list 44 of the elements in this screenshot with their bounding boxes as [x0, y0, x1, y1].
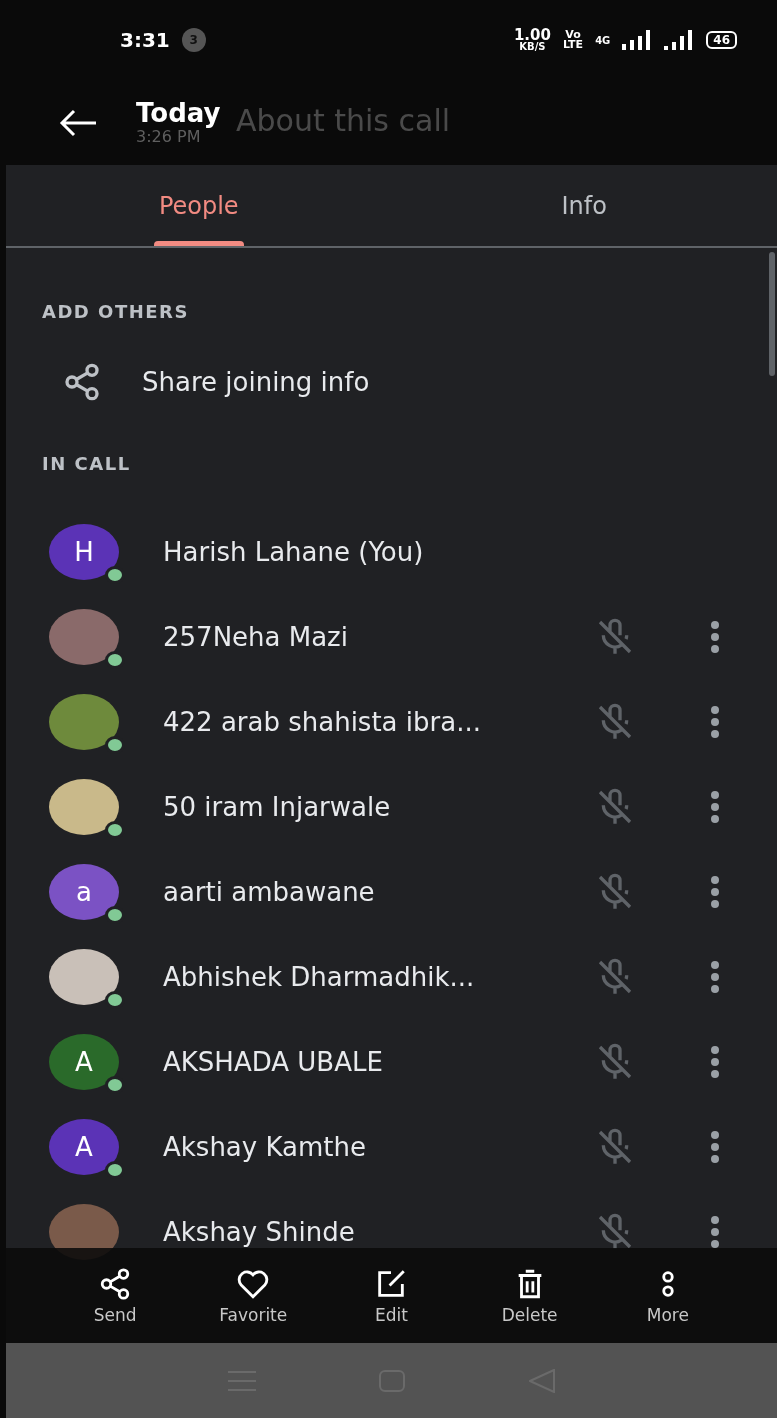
- participant-name: Akshay Shinde: [163, 1216, 356, 1247]
- network-type: 4G: [595, 34, 611, 46]
- network-speed: 1.00 KB/S: [513, 28, 551, 52]
- more-options-icon: [710, 875, 720, 908]
- avatar: A: [49, 1118, 119, 1175]
- action-button[interactable]: Favorite: [198, 1248, 309, 1343]
- participant-name: aarti ambawane: [163, 876, 376, 907]
- participant-name: Harish Lahane (You): [163, 536, 425, 567]
- battery-level: 46: [706, 31, 737, 49]
- more-options-icon: [710, 705, 720, 738]
- back-arrow-icon: [58, 107, 98, 138]
- signal-icon: [622, 30, 653, 50]
- avatar: H: [49, 523, 119, 580]
- more-options-icon: [710, 1045, 720, 1078]
- action-button[interactable]: Send: [60, 1248, 171, 1343]
- signal-icon: [664, 30, 695, 50]
- participant-name: 50 iram Injarwale: [163, 791, 392, 822]
- participant-name: 257Neha Mazi: [163, 621, 349, 652]
- avatar: A: [49, 1033, 119, 1090]
- action-button[interactable]: Delete: [474, 1248, 585, 1343]
- participant-name: Akshay Kamthe: [163, 1131, 367, 1162]
- section-heading: ADD OTHERS: [41, 300, 190, 324]
- action-button[interactable]: More: [612, 1248, 723, 1343]
- section-heading: IN CALL: [41, 452, 132, 476]
- participant-name: AKSHADA UBALE: [163, 1046, 384, 1077]
- participant-name: 422 arab shahista ibra...: [163, 706, 482, 737]
- more-options-icon: [710, 1130, 720, 1163]
- header-subtitle: 3:26 PM: [136, 127, 201, 147]
- clock-time: 3:31: [120, 28, 170, 52]
- participant-name: Abhishek Dharmadhik...: [163, 961, 476, 992]
- share-joining-info-link[interactable]: Share joining info: [142, 367, 370, 397]
- tab[interactable]: Info: [391, 165, 777, 246]
- more-options-icon: [710, 960, 720, 993]
- more-options-icon: [710, 790, 720, 823]
- faded-title: About this call: [236, 102, 451, 138]
- avatar: a: [49, 863, 119, 920]
- header-title: Today: [136, 98, 221, 128]
- more-options-icon: [710, 1215, 720, 1248]
- more-options-icon: [710, 620, 720, 653]
- share-icon: [62, 362, 102, 402]
- tab[interactable]: People: [6, 165, 392, 246]
- action-button[interactable]: Edit: [336, 1248, 447, 1343]
- volte-indicator: Vo LTE: [562, 29, 584, 51]
- notification-count: 3: [181, 28, 206, 52]
